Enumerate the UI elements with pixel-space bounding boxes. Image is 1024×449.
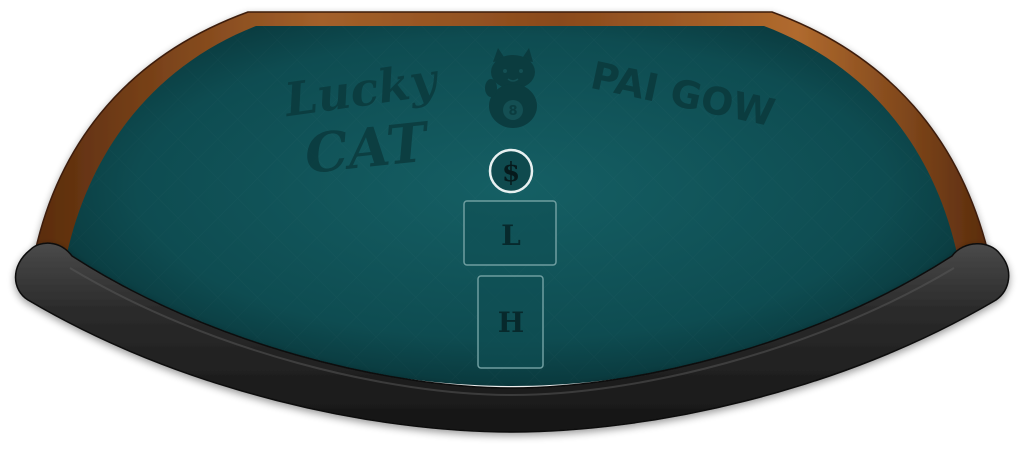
low-hand-box[interactable]: L — [463, 200, 557, 266]
bet-spot[interactable]: $ — [488, 148, 534, 194]
mascot-coin-number: 8 — [508, 104, 517, 119]
pai-gow-table: Lucky CAT 8 PAI GOW $ L H — [0, 0, 1024, 449]
table-canvas: Lucky CAT 8 PAI GOW $ L H — [14, 11, 1010, 433]
bet-spot-symbol: $ — [502, 158, 520, 188]
low-hand-label: L — [501, 219, 521, 252]
high-hand-box[interactable]: H — [477, 275, 544, 369]
logo-line2: CAT — [302, 109, 434, 186]
high-hand-label: H — [498, 306, 524, 339]
